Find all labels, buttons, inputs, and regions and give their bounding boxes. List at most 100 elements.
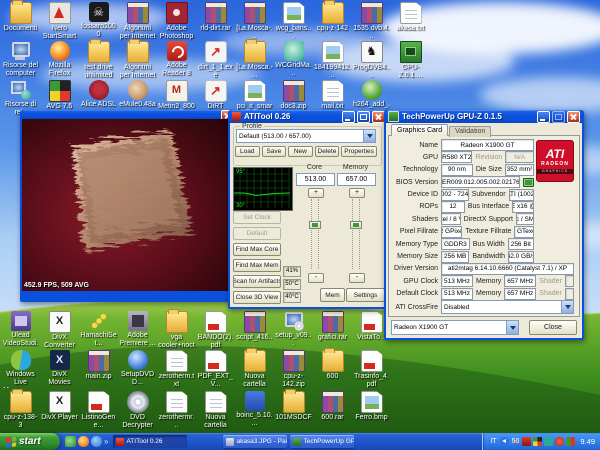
atitool-action-button[interactable]: Set Clock bbox=[233, 211, 281, 224]
desktop-icon[interactable]: Documenti bbox=[1, 2, 40, 42]
hamachi-quicklaunch-icon[interactable] bbox=[65, 436, 76, 447]
desktop-icon[interactable]: Risorse del computer bbox=[1, 41, 40, 81]
atitool-action-button[interactable]: Default bbox=[233, 227, 281, 240]
maximize-icon[interactable] bbox=[357, 111, 370, 123]
desktop-icon[interactable]: Nero StartSmart bbox=[40, 2, 79, 42]
desktop-icon[interactable]: Algoritmi per Internet ... bbox=[118, 2, 157, 42]
desktop-icon[interactable]: ListinoGene... bbox=[79, 391, 118, 430]
desktop-icon[interactable]: 184199412... bbox=[313, 41, 352, 81]
start-button[interactable]: start bbox=[0, 433, 60, 450]
desktop-icon[interactable]: main.zip bbox=[79, 350, 118, 389]
taskbar-clock[interactable]: 9.49 bbox=[580, 437, 595, 446]
settings-button[interactable]: Settings bbox=[346, 288, 385, 302]
desktop-icon[interactable]: BANDO(2).pdf bbox=[196, 311, 235, 351]
desktop-icon[interactable]: Adobe Premiere ... bbox=[118, 311, 157, 351]
desktop-icon[interactable]: [La.Mosca.-... bbox=[235, 41, 274, 81]
profile-action-button[interactable]: Delete bbox=[315, 146, 340, 157]
desktop-icon[interactable]: DVD Decrypter bbox=[118, 391, 157, 430]
bios-chip-icon[interactable] bbox=[523, 178, 534, 187]
desktop-icon[interactable]: test drive unlimited crack bbox=[79, 41, 118, 81]
profile-action-button[interactable]: Save bbox=[262, 146, 287, 157]
desktop-icon[interactable]: GPU-Z.0.1.... bbox=[391, 41, 430, 81]
ati-ccc-tray-icon[interactable] bbox=[555, 437, 564, 446]
desktop-icon[interactable]: wcg_bans... bbox=[274, 2, 313, 42]
atitool-action-button[interactable]: Close 3D View bbox=[233, 291, 281, 304]
ie-quicklaunch-icon[interactable] bbox=[91, 436, 102, 447]
desktop-icon[interactable]: cpu-z-142.zip bbox=[274, 350, 313, 389]
desktop-icon[interactable]: akasa.txt bbox=[391, 2, 430, 42]
daemon-tools-tray-icon[interactable] bbox=[544, 437, 553, 446]
desktop-icon[interactable]: setup_v09... bbox=[274, 311, 313, 351]
desktop-icon[interactable]: Trasinfo_4.pdf bbox=[352, 350, 391, 389]
memory-decrease-button[interactable]: - bbox=[349, 273, 365, 283]
desktop-icon[interactable]: Adobe Reader 8 bbox=[157, 41, 196, 81]
render-window-titlebar[interactable] bbox=[22, 110, 234, 119]
atitool-tray-icon[interactable] bbox=[522, 437, 531, 446]
desktop-icon[interactable]: 101MSDCF bbox=[274, 391, 313, 430]
desktop-icon[interactable]: rld-dirt.rar bbox=[196, 2, 235, 42]
close-icon[interactable] bbox=[567, 111, 580, 123]
profile-action-button[interactable]: Load bbox=[235, 146, 260, 157]
desktop-icon[interactable]: SetupDVDD... bbox=[118, 350, 157, 389]
desktop-icon[interactable]: DivX Converter bbox=[40, 311, 79, 351]
memory-increase-button[interactable]: + bbox=[349, 188, 365, 198]
taskbar-task-button[interactable]: ATITool 0.26 bbox=[113, 435, 187, 448]
desktop-icon[interactable]: Ulead VideoStudi... bbox=[1, 311, 40, 351]
atitool-action-button[interactable]: Find Max Core bbox=[233, 243, 281, 256]
chevron-down-icon[interactable] bbox=[561, 301, 573, 313]
desktop-icon[interactable]: fossaro2000 bbox=[79, 2, 118, 42]
avg-tray-icon[interactable] bbox=[533, 437, 542, 446]
core-slider-thumb[interactable] bbox=[309, 221, 321, 229]
gpu-temp-tray-icon[interactable] bbox=[566, 437, 575, 446]
desktop-icon[interactable]: zerothermr... bbox=[157, 391, 196, 430]
minimize-icon[interactable] bbox=[537, 111, 550, 123]
desktop-icon[interactable]: script_416... bbox=[235, 311, 274, 351]
memory-slider-thumb[interactable] bbox=[350, 221, 362, 229]
desktop-icon[interactable]: zerotherm.txt bbox=[157, 350, 196, 389]
chevron-down-icon[interactable] bbox=[506, 321, 518, 334]
desktop-icon[interactable]: 1535.dvb.4... bbox=[352, 2, 391, 42]
atitool-action-button[interactable]: Find Max Mem bbox=[233, 259, 281, 272]
desktop-icon[interactable]: WCGridMa... bbox=[274, 41, 313, 81]
atitool-titlebar[interactable]: ATITool 0.26 bbox=[230, 110, 387, 123]
desktop-icon[interactable]: 600 bbox=[313, 350, 352, 389]
chevron-down-icon[interactable] bbox=[363, 130, 375, 142]
firefox-quicklaunch-icon[interactable] bbox=[78, 436, 89, 447]
minimize-icon[interactable] bbox=[342, 111, 355, 123]
desktop-icon[interactable]: HamachiSet... bbox=[79, 311, 118, 351]
quick-launch-chevron-icon[interactable]: » bbox=[104, 437, 108, 446]
crossfire-select[interactable]: Disabled bbox=[441, 300, 574, 314]
profile-select[interactable]: Default (513.00 / 657.00) bbox=[236, 129, 376, 143]
core-clock-field[interactable]: 513.00 bbox=[296, 173, 335, 186]
taskbar-task-button[interactable]: akasa3.JPG - Paint bbox=[223, 435, 287, 448]
language-indicator[interactable]: IT bbox=[490, 438, 496, 445]
core-increase-button[interactable]: + bbox=[308, 188, 324, 198]
language-bar-arrow-icon[interactable] bbox=[500, 437, 509, 446]
card-select[interactable]: Radeon X1900 GT bbox=[391, 320, 519, 335]
desktop-icon[interactable]: cpu-z-142 bbox=[313, 2, 352, 42]
desktop-icon[interactable]: cpu-z-138-3 bbox=[1, 391, 40, 430]
gpuz-tab[interactable]: Validation bbox=[449, 126, 491, 137]
desktop-icon[interactable]: Windows Live Messenger bbox=[1, 350, 40, 389]
desktop-icon[interactable]: vga cooler+noctua bbox=[157, 311, 196, 351]
desktop-icon[interactable]: dirt_1_1.exe bbox=[196, 41, 235, 81]
desktop-icon[interactable]: Ferro.bmp bbox=[352, 391, 391, 430]
memory-clock-field[interactable]: 657.00 bbox=[337, 173, 376, 186]
core-decrease-button[interactable]: - bbox=[308, 273, 324, 283]
profile-action-button[interactable]: Properties bbox=[341, 146, 377, 157]
desktop-icon[interactable]: DivX Movies bbox=[40, 350, 79, 389]
desktop-icon[interactable]: Nuova cartella bbox=[196, 391, 235, 430]
profile-action-button[interactable]: New bbox=[288, 146, 313, 157]
desktop-icon[interactable]: Algoritmi per Internet ... bbox=[118, 41, 157, 81]
desktop-icon[interactable]: Nuova cartella bbox=[235, 350, 274, 389]
memory-clock-slider[interactable] bbox=[350, 199, 362, 269]
desktop-icon[interactable]: Mozilla Firefox bbox=[40, 41, 79, 81]
desktop-icon[interactable]: grafici.rar bbox=[313, 311, 352, 351]
desktop-icon[interactable]: [La.Mosca-... bbox=[235, 2, 274, 42]
desktop-icon[interactable]: PDF_EXT_V... bbox=[196, 350, 235, 389]
desktop-icon[interactable]: DivX Player bbox=[40, 391, 79, 430]
desktop-icon[interactable]: Adobe Photoshop ... bbox=[157, 2, 196, 42]
desktop-icon[interactable]: 600.rar bbox=[313, 391, 352, 430]
desktop-icon[interactable]: ProgDVB4.... bbox=[352, 41, 391, 81]
gpuz-tab[interactable]: Graphics Card bbox=[391, 124, 448, 136]
